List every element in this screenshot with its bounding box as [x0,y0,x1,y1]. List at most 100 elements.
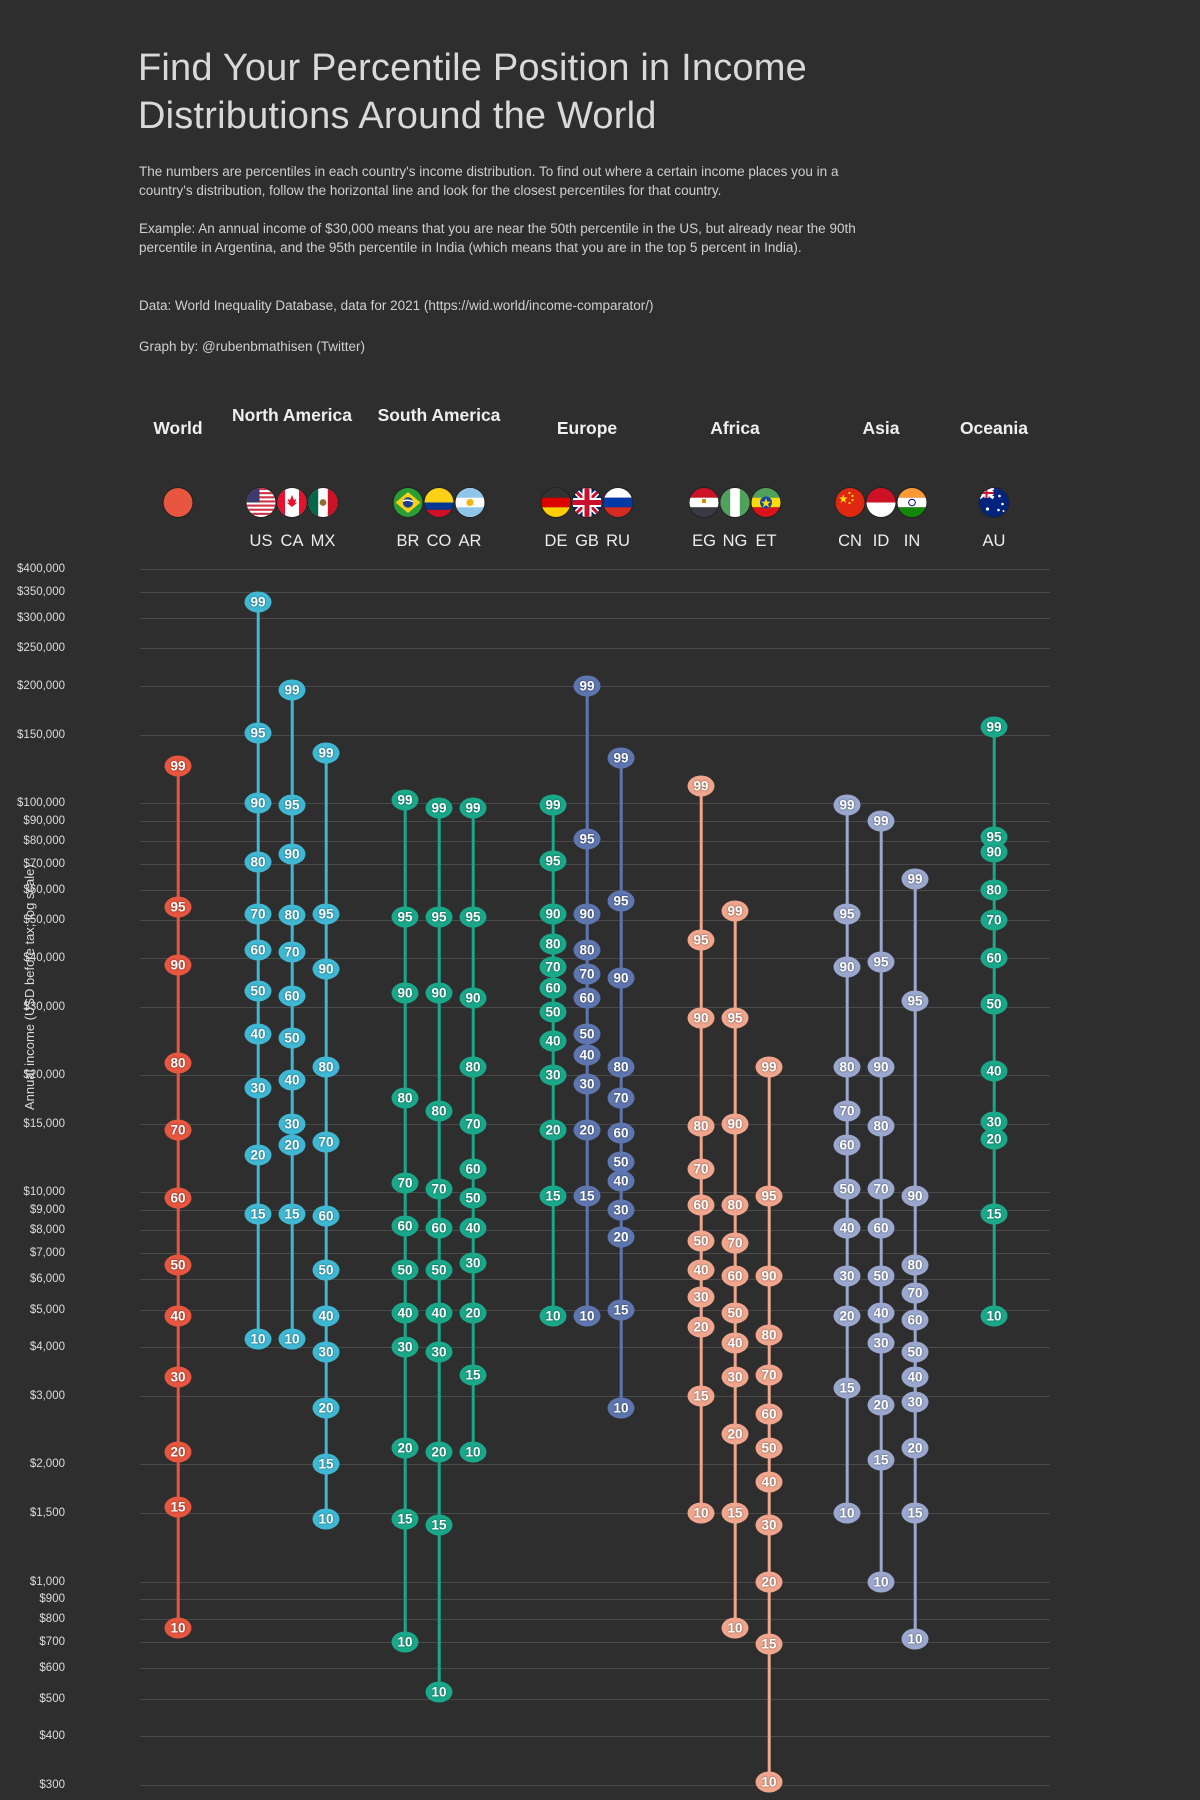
data-point[interactable]: 15 [459,1364,487,1386]
data-point[interactable]: 99 [867,810,895,832]
data-point[interactable]: 90 [539,903,567,925]
data-point[interactable]: 40 [573,1044,601,1066]
data-point[interactable]: 50 [164,1254,192,1276]
data-point[interactable]: 90 [278,843,306,865]
data-point[interactable]: 60 [164,1187,192,1209]
data-point[interactable]: 90 [391,982,419,1004]
data-point[interactable]: 50 [539,1001,567,1023]
data-point[interactable]: 99 [901,868,929,890]
data-point[interactable]: 60 [539,977,567,999]
data-point[interactable]: 80 [164,1052,192,1074]
data-point[interactable]: 99 [573,675,601,697]
data-point[interactable]: 20 [755,1571,783,1593]
data-point[interactable]: 60 [607,1122,635,1144]
data-point[interactable]: 95 [721,1007,749,1029]
data-point[interactable]: 70 [244,903,272,925]
data-point[interactable]: 15 [312,1453,340,1475]
data-point[interactable]: 15 [164,1496,192,1518]
data-point[interactable]: 10 [391,1631,419,1653]
data-point[interactable]: 90 [721,1113,749,1135]
data-point[interactable]: 10 [573,1305,601,1327]
data-point[interactable]: 10 [607,1397,635,1419]
data-point[interactable]: 90 [459,987,487,1009]
data-point[interactable]: 40 [539,1030,567,1052]
data-point[interactable]: 10 [721,1617,749,1639]
data-point[interactable]: 99 [391,789,419,811]
data-point[interactable]: 50 [459,1187,487,1209]
data-point[interactable]: 90 [687,1007,715,1029]
data-point[interactable]: 70 [721,1232,749,1254]
data-point[interactable]: 50 [244,980,272,1002]
data-point[interactable]: 40 [312,1305,340,1327]
data-point[interactable]: 95 [164,896,192,918]
data-point[interactable]: 40 [755,1471,783,1493]
data-point[interactable]: 99 [755,1056,783,1078]
data-point[interactable]: 20 [164,1441,192,1463]
data-point[interactable]: 80 [244,851,272,873]
data-point[interactable]: 70 [980,909,1008,931]
data-point[interactable]: 10 [459,1441,487,1463]
data-point[interactable]: 40 [721,1332,749,1354]
data-point[interactable]: 70 [573,963,601,985]
data-point[interactable]: 99 [833,794,861,816]
data-point[interactable]: 40 [687,1259,715,1281]
data-point[interactable]: 60 [312,1205,340,1227]
data-point[interactable]: 50 [607,1151,635,1173]
data-point[interactable]: 40 [278,1069,306,1091]
data-point[interactable]: 50 [833,1178,861,1200]
data-point[interactable]: 70 [755,1364,783,1386]
data-point[interactable]: 15 [573,1185,601,1207]
data-point[interactable]: 30 [867,1332,895,1354]
data-point[interactable]: 99 [539,794,567,816]
data-point[interactable]: 15 [607,1299,635,1321]
data-point[interactable]: 10 [278,1328,306,1350]
data-point[interactable]: 30 [244,1077,272,1099]
data-point[interactable]: 60 [425,1217,453,1239]
data-point[interactable]: 70 [607,1087,635,1109]
data-point[interactable]: 30 [425,1341,453,1363]
data-point[interactable]: 60 [901,1309,929,1331]
data-point[interactable]: 99 [607,747,635,769]
data-point[interactable]: 15 [391,1508,419,1530]
data-point[interactable]: 99 [459,797,487,819]
data-point[interactable]: 90 [425,982,453,1004]
data-point[interactable]: 15 [980,1203,1008,1225]
data-point[interactable]: 99 [721,900,749,922]
data-point[interactable]: 70 [833,1100,861,1122]
data-point[interactable]: 80 [980,879,1008,901]
data-point[interactable]: 40 [867,1302,895,1324]
data-point[interactable]: 60 [278,985,306,1007]
data-point[interactable]: 30 [687,1286,715,1308]
data-point[interactable]: 99 [687,775,715,797]
data-point[interactable]: 90 [573,903,601,925]
data-point[interactable]: 20 [244,1144,272,1166]
data-point[interactable]: 15 [539,1185,567,1207]
data-point[interactable]: 70 [278,941,306,963]
data-point[interactable]: 30 [164,1366,192,1388]
data-point[interactable]: 15 [867,1449,895,1471]
data-point[interactable]: 40 [391,1302,419,1324]
data-point[interactable]: 10 [687,1502,715,1524]
data-point[interactable]: 15 [755,1633,783,1655]
data-point[interactable]: 80 [539,933,567,955]
data-point[interactable]: 10 [164,1617,192,1639]
data-point[interactable]: 20 [391,1437,419,1459]
data-point[interactable]: 60 [721,1265,749,1287]
data-point[interactable]: 99 [244,591,272,612]
data-point[interactable]: 10 [425,1681,453,1703]
data-point[interactable]: 70 [687,1158,715,1180]
data-point[interactable]: 90 [164,954,192,976]
data-point[interactable]: 50 [312,1259,340,1281]
data-point[interactable]: 99 [278,679,306,701]
data-point[interactable]: 95 [312,903,340,925]
data-point[interactable]: 50 [755,1437,783,1459]
data-point[interactable]: 50 [867,1265,895,1287]
data-point[interactable]: 40 [425,1302,453,1324]
data-point[interactable]: 90 [867,1056,895,1078]
data-point[interactable]: 30 [901,1391,929,1413]
data-point[interactable]: 90 [980,841,1008,863]
data-point[interactable]: 40 [833,1217,861,1239]
data-point[interactable]: 10 [901,1628,929,1650]
data-point[interactable]: 40 [607,1170,635,1192]
data-point[interactable]: 20 [607,1226,635,1248]
